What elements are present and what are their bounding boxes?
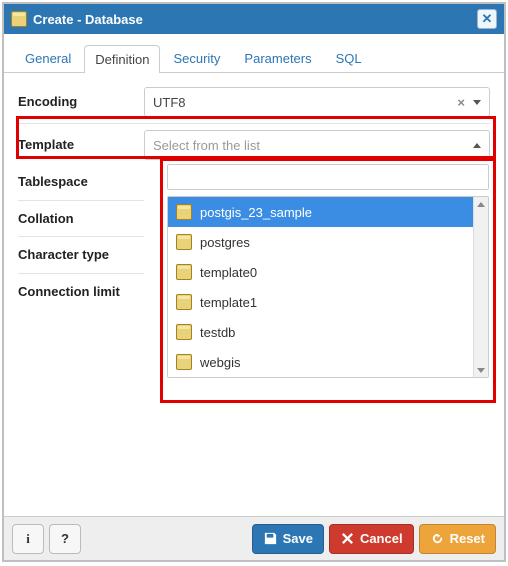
dropdown-scrollbar[interactable] [473, 197, 488, 377]
template-search-input[interactable] [167, 164, 489, 190]
tabs-bar: General Definition Security Parameters S… [4, 34, 504, 73]
database-icon [176, 354, 192, 370]
database-icon [11, 11, 27, 27]
tab-definition[interactable]: Definition [84, 45, 160, 73]
template-option[interactable]: postgres [168, 227, 488, 257]
label-template: Template [18, 137, 144, 153]
template-option[interactable]: testdb [168, 317, 488, 347]
template-option[interactable]: template1 [168, 287, 488, 317]
database-icon [176, 264, 192, 280]
chevron-up-icon [473, 143, 481, 148]
template-option-label: postgres [200, 235, 250, 250]
template-option-label: postgis_23_sample [200, 205, 312, 220]
scroll-up-icon[interactable] [474, 197, 488, 211]
save-icon [263, 531, 278, 546]
encoding-value: UTF8 [153, 95, 453, 110]
cancel-icon [340, 531, 355, 546]
template-option[interactable]: webgis [168, 347, 488, 377]
tab-general[interactable]: General [14, 44, 82, 72]
close-icon: ✕ [482, 11, 493, 27]
cancel-button[interactable]: Cancel [329, 524, 414, 554]
encoding-clear-icon[interactable]: × [453, 95, 469, 110]
cancel-label: Cancel [360, 531, 403, 546]
tab-parameters[interactable]: Parameters [233, 44, 322, 72]
label-tablespace: Tablespace [18, 164, 144, 201]
form-area: Encoding UTF8 × Template Select from the… [4, 73, 504, 166]
template-option-label: webgis [200, 355, 240, 370]
template-option-label: template0 [200, 265, 257, 280]
template-option-label: template1 [200, 295, 257, 310]
left-labels: Tablespace Collation Character type Conn… [4, 164, 158, 309]
reset-button[interactable]: Reset [419, 524, 496, 554]
label-collation: Collation [18, 201, 144, 238]
chevron-down-icon [473, 100, 481, 105]
label-character-type: Character type [18, 237, 144, 274]
encoding-select[interactable]: UTF8 × [144, 87, 490, 117]
dialog-header: Create - Database ✕ [4, 4, 504, 34]
info-icon: i [26, 531, 30, 547]
database-icon [176, 324, 192, 340]
row-template: Template Select from the list [18, 124, 490, 166]
reset-icon [430, 531, 445, 546]
save-label: Save [283, 531, 313, 546]
close-button[interactable]: ✕ [477, 9, 497, 29]
template-option-list: postgis_23_sample postgres template0 tem… [167, 196, 489, 378]
reset-label: Reset [450, 531, 485, 546]
scroll-down-icon[interactable] [474, 363, 488, 377]
database-icon [176, 204, 192, 220]
row-encoding: Encoding UTF8 × [18, 81, 490, 124]
label-connection-limit: Connection limit [18, 274, 144, 310]
database-icon [176, 294, 192, 310]
info-button[interactable]: i [12, 524, 44, 554]
help-button[interactable]: ? [49, 524, 81, 554]
dialog-footer: i ? Save Cancel Reset [4, 516, 504, 560]
tab-sql[interactable]: SQL [325, 44, 373, 72]
template-option[interactable]: postgis_23_sample [168, 197, 488, 227]
label-encoding: Encoding [18, 94, 144, 110]
template-option-label: testdb [200, 325, 235, 340]
dialog-title: Create - Database [33, 12, 477, 27]
save-button[interactable]: Save [252, 524, 324, 554]
template-option[interactable]: template0 [168, 257, 488, 287]
template-placeholder: Select from the list [153, 138, 469, 153]
tab-security[interactable]: Security [162, 44, 231, 72]
help-icon: ? [61, 531, 69, 546]
database-icon [176, 234, 192, 250]
template-dropdown: postgis_23_sample postgres template0 tem… [167, 164, 489, 378]
template-select[interactable]: Select from the list [144, 130, 490, 160]
